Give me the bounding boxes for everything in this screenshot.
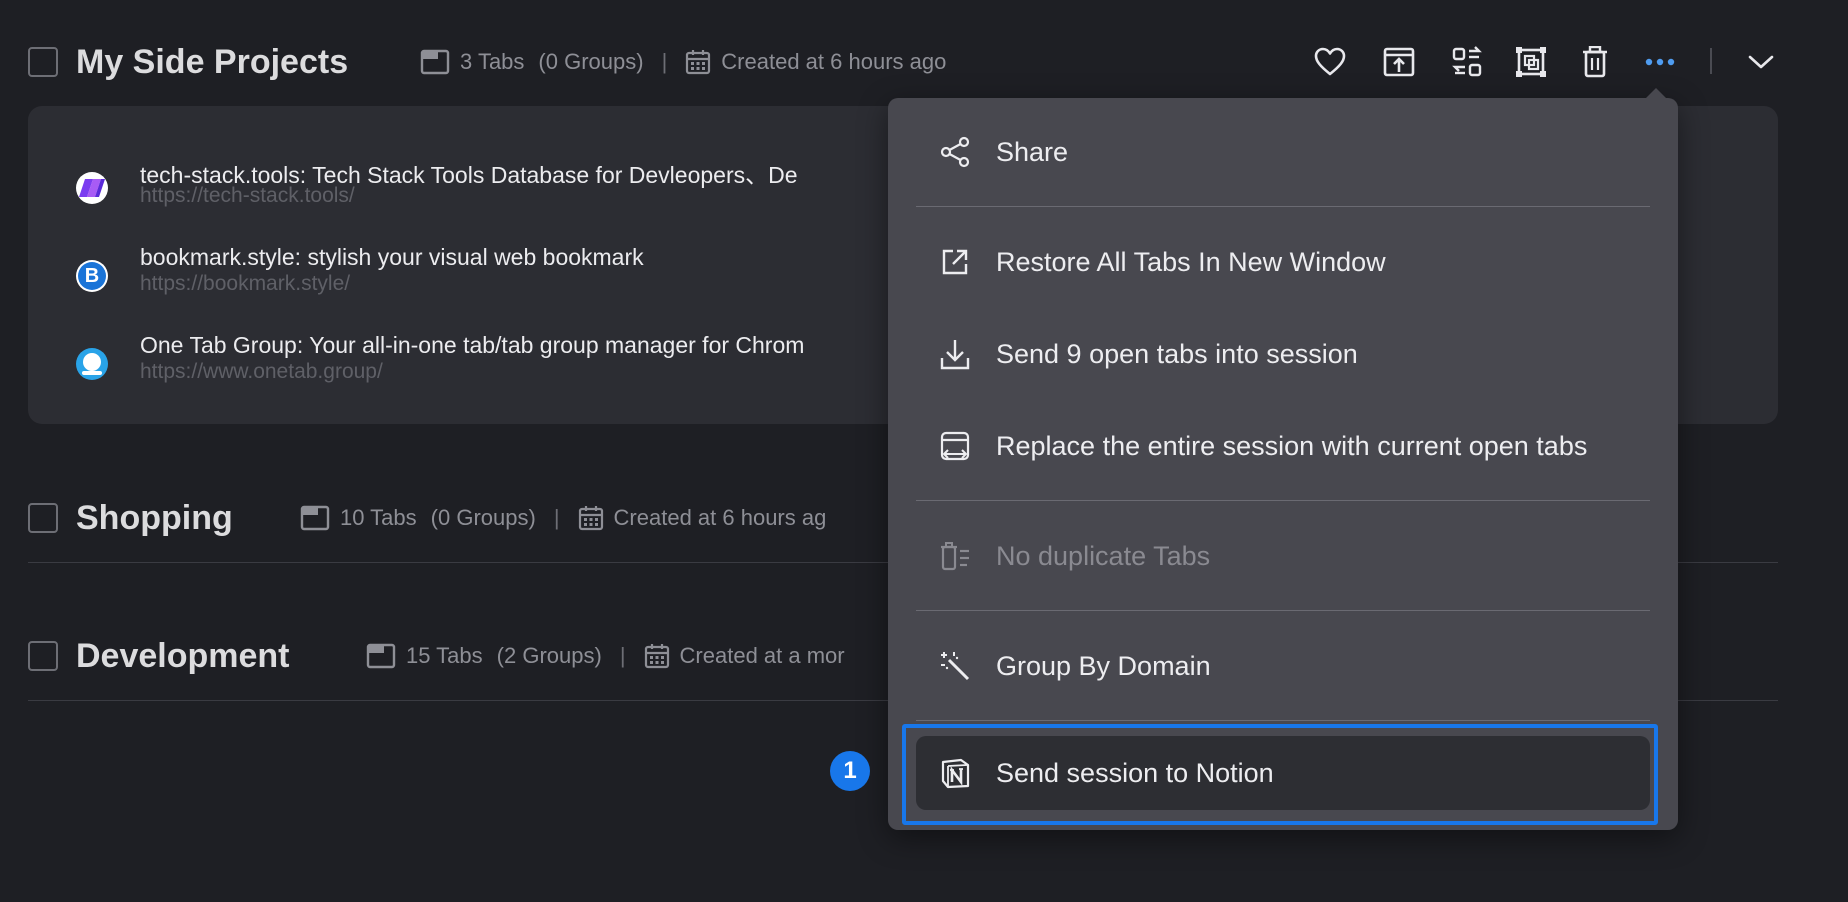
- session-meta: 3 Tabs (0 Groups) | Created at 6 hours a…: [420, 47, 946, 77]
- share-icon: [938, 135, 972, 169]
- menu-divider: [916, 500, 1650, 501]
- session-meta: 10 Tabs (0 Groups) | Created at 6 hours …: [300, 503, 826, 533]
- toolbar-divider: [1710, 48, 1712, 74]
- window-icon: [300, 505, 330, 531]
- created-time: Created at 6 hours ag: [613, 505, 827, 530]
- menu-item-label: No duplicate Tabs: [996, 540, 1211, 571]
- menu-divider: [916, 610, 1650, 611]
- dedupe-icon: [938, 539, 972, 573]
- menu-item-label: Replace the entire session with current …: [996, 430, 1588, 461]
- session-checkbox[interactable]: [28, 503, 58, 533]
- tab-count: 15 Tabs: [406, 643, 483, 668]
- created-time: Created at 6 hours ago: [721, 49, 947, 74]
- session-actions-menu: Share Restore All Tabs In New Window Sen…: [888, 88, 1678, 830]
- no-duplicate-menu-item: No duplicate Tabs: [916, 520, 1650, 592]
- menu-divider: [916, 720, 1650, 721]
- menu-item-label: Share: [996, 136, 1069, 167]
- window-icon: [420, 49, 450, 75]
- session-checkbox[interactable]: [28, 47, 58, 77]
- session-meta: 15 Tabs (2 Groups) | Created at a mor: [366, 641, 845, 671]
- tab-url: https://bookmark.style/: [140, 272, 351, 295]
- restore-window-icon[interactable]: [1381, 44, 1417, 80]
- tab-title: bookmark.style: stylish your visual web …: [140, 244, 644, 270]
- trash-icon[interactable]: [1577, 44, 1613, 80]
- tab-count: 10 Tabs: [340, 505, 417, 530]
- group-count: (0 Groups): [430, 505, 536, 530]
- calendar-icon: [578, 506, 603, 531]
- group-count: (0 Groups): [538, 49, 644, 74]
- session-title[interactable]: Development: [76, 636, 290, 676]
- replace-window-icon: [938, 429, 972, 463]
- magic-wand-icon: [938, 649, 972, 683]
- menu-item-label: Group By Domain: [996, 650, 1211, 681]
- swap-icon[interactable]: [1449, 44, 1485, 80]
- calendar-icon: [686, 50, 711, 75]
- group-by-domain-menu-item[interactable]: Group By Domain: [916, 630, 1650, 702]
- session-title[interactable]: Shopping: [76, 498, 233, 538]
- heart-icon[interactable]: [1312, 44, 1348, 80]
- menu-item-label: Restore All Tabs In New Window: [996, 246, 1386, 277]
- chevron-down-icon[interactable]: [1743, 44, 1779, 80]
- tab-count: 3 Tabs: [460, 49, 525, 74]
- created-time: Created at a mor: [679, 643, 845, 668]
- group-count: (2 Groups): [496, 643, 602, 668]
- menu-divider: [916, 206, 1650, 207]
- send-open-tabs-menu-item[interactable]: Send 9 open tabs into session: [916, 318, 1650, 390]
- group-frame-icon[interactable]: [1513, 44, 1549, 80]
- session-checkbox[interactable]: [28, 641, 58, 671]
- tab-title: One Tab Group: Your all-in-one tab/tab g…: [140, 332, 805, 358]
- window-icon: [366, 643, 396, 669]
- onetab-group-favicon-icon: [76, 348, 108, 380]
- tab-url: https://www.onetab.group/: [140, 360, 383, 383]
- more-dots-icon[interactable]: [1642, 44, 1678, 80]
- highlight-frame: [902, 724, 1658, 825]
- restore-all-menu-item[interactable]: Restore All Tabs In New Window: [916, 226, 1650, 298]
- meta-separator: |: [553, 505, 560, 530]
- session-title[interactable]: My Side Projects: [76, 42, 348, 82]
- download-icon: [938, 337, 972, 371]
- tech-stack-favicon-icon: [76, 172, 108, 204]
- menu-item-label: Send 9 open tabs into session: [996, 338, 1358, 369]
- calendar-icon: [644, 644, 669, 669]
- tab-url: https://tech-stack.tools/: [140, 184, 355, 207]
- replace-session-menu-item[interactable]: Replace the entire session with current …: [916, 410, 1650, 482]
- favicon-letter: B: [78, 262, 106, 290]
- share-menu-item[interactable]: Share: [916, 116, 1650, 188]
- meta-separator: |: [661, 49, 668, 74]
- bookmark-style-favicon-icon: B: [76, 260, 108, 292]
- step-badge: 1: [830, 751, 870, 791]
- meta-separator: |: [619, 643, 626, 668]
- open-external-icon: [938, 245, 972, 279]
